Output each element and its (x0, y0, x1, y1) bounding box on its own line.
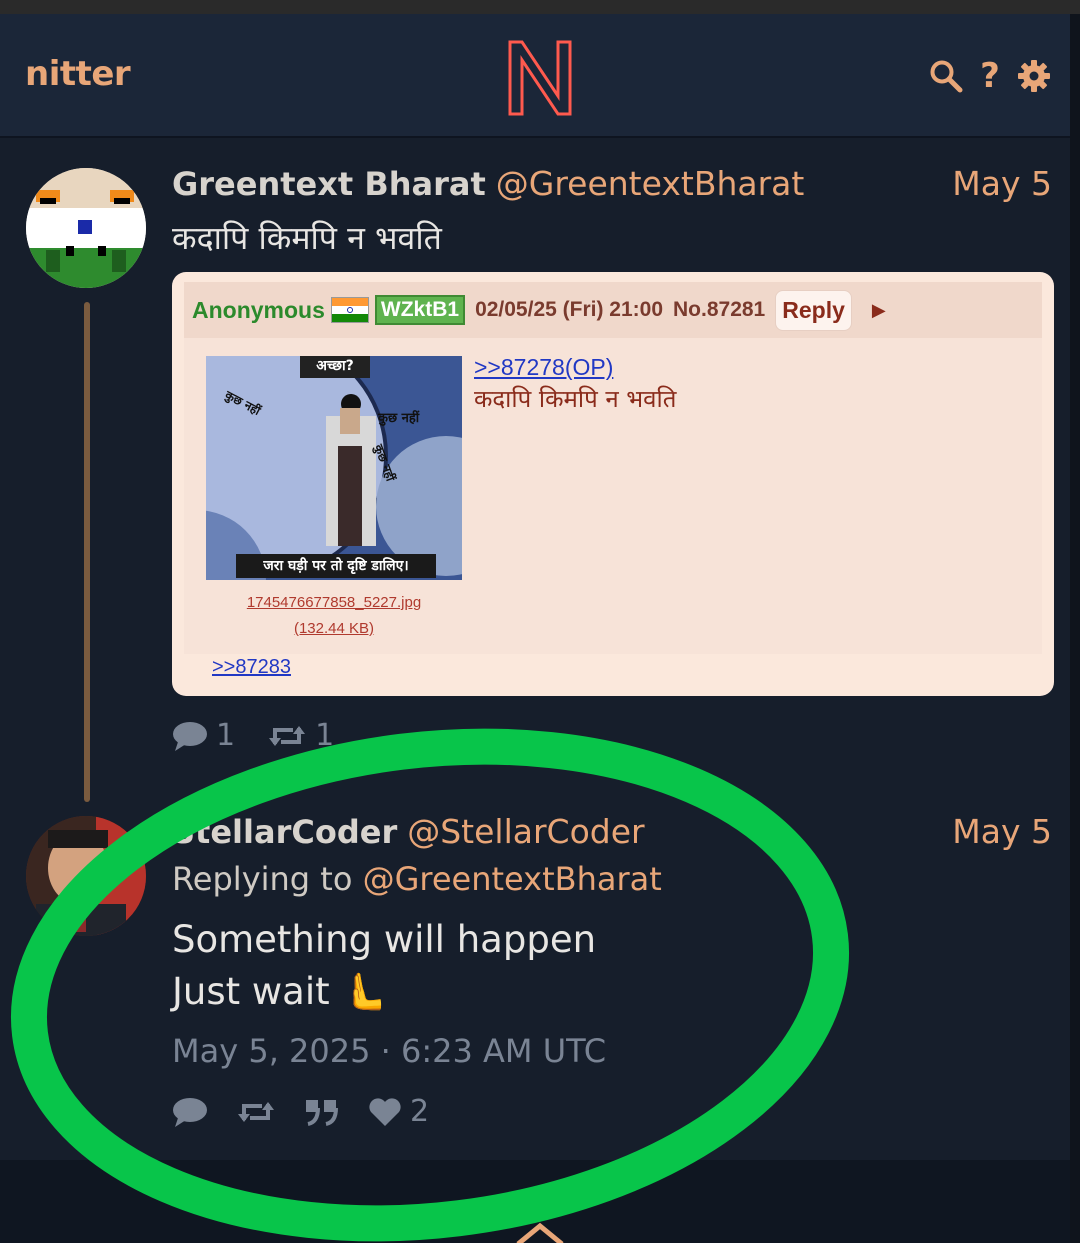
tweet-header: Greentext Bharat @GreentextBharat (172, 164, 804, 203)
chevron-up-icon[interactable] (514, 1222, 566, 1243)
heart-icon (369, 1097, 401, 1126)
tweet-stats: 2 (172, 1094, 429, 1129)
replying-to-link[interactable]: @GreentextBharat (363, 860, 662, 898)
nav-icons: ? (928, 56, 1052, 96)
username[interactable]: @GreentextBharat (496, 164, 805, 203)
status-strip (0, 0, 1080, 14)
retweet-stat[interactable]: 1 (267, 718, 334, 753)
menu-triangle-icon: ▶ (871, 299, 886, 320)
comment-icon (173, 1097, 207, 1127)
nitter-logo-icon[interactable] (504, 36, 576, 118)
tweet-stellarcoder[interactable]: StellarCoder @StellarCoder May 5 Replying… (0, 800, 1070, 1160)
replying-prefix: Replying to (172, 860, 353, 898)
avatar[interactable] (26, 816, 146, 936)
brand-link[interactable]: nitter (25, 54, 131, 94)
tweet-date[interactable]: May 5 (952, 812, 1052, 851)
tweet-date[interactable]: May 5 (952, 164, 1052, 203)
username[interactable]: @StellarCoder (407, 812, 644, 851)
quote-stat[interactable] (304, 1098, 340, 1126)
fullname[interactable]: StellarCoder (172, 813, 397, 851)
file-name: 1745476677858_5227.jpg (246, 594, 422, 611)
image-caption-bottom: जरा घड़ी पर तो दृष्टि डालिए। (263, 558, 409, 574)
post-text: कदापि किमपि न भवति (474, 385, 677, 413)
comment-stat[interactable]: 1 (172, 718, 235, 753)
tweet-header: StellarCoder @StellarCoder (172, 812, 645, 851)
thread-line (84, 302, 90, 802)
post-datetime: 02/05/25 (Fri) 21:00 (475, 298, 664, 321)
like-count: 2 (410, 1094, 430, 1129)
like-stat[interactable]: 2 (368, 1094, 429, 1129)
footer (0, 1160, 1070, 1243)
file-size: (132.44 KB) (293, 620, 375, 637)
search-icon[interactable] (928, 58, 964, 94)
india-flag-icon (330, 297, 369, 323)
retweet-icon (238, 1101, 274, 1122)
scrollbar[interactable] (1070, 14, 1080, 1243)
image-label-2: कुछ नहीं (378, 411, 420, 426)
fullname[interactable]: Greentext Bharat (172, 165, 486, 203)
retweet-icon (269, 725, 306, 746)
tweet-text: कदापि किमपि न भवति (172, 219, 442, 257)
poster-name: Anonymous (192, 296, 325, 323)
post-number: No.87281 (673, 298, 766, 321)
tweet-image-embed[interactable]: Anonymous WZktB1 02/05/25 (Fri) 21:00 No… (172, 272, 1054, 696)
retweet-stat[interactable] (236, 1098, 276, 1126)
comment-stat[interactable] (172, 1096, 208, 1128)
post-header: Anonymous WZktB1 02/05/25 (Fri) 21:00 No… (184, 282, 1042, 338)
poster-id: WZktB1 (374, 295, 466, 325)
tweet-text: Something will happen Just wait 🫷 (172, 914, 596, 1018)
navbar: nitter ? (0, 14, 1070, 138)
retweet-count: 1 (315, 718, 335, 753)
comment-count: 1 (216, 718, 236, 753)
tweet-line-1: Something will happen (172, 918, 597, 961)
quote-icon (306, 1099, 338, 1126)
image-caption-top: अच्छा? (316, 358, 354, 374)
tweet-published[interactable]: May 5, 2025 · 6:23 AM UTC (172, 1032, 606, 1070)
comment-icon (173, 721, 207, 751)
reply-button: Reply (775, 289, 852, 331)
avatar[interactable] (26, 168, 146, 288)
replying-to: Replying to @GreentextBharat (172, 860, 662, 898)
gear-icon[interactable] (1016, 58, 1052, 94)
tweet-line-2: Just wait 🫷 (172, 970, 388, 1013)
post-thumbnail: अच्छा? कुछ नहीं कुछ नहीं कुछ नहीं जरा घड… (206, 356, 462, 580)
help-icon[interactable]: ? (972, 56, 1008, 96)
post-body: अच्छा? कुछ नहीं कुछ नहीं कुछ नहीं जरा घड… (184, 338, 1042, 654)
tweet-stats: 1 1 (172, 718, 334, 753)
quote-link: >>87278(OP) (474, 354, 614, 380)
backlink: >>87283 (212, 656, 291, 678)
file-info: 1745476677858_5227.jpg (132.44 KB) (206, 590, 462, 642)
